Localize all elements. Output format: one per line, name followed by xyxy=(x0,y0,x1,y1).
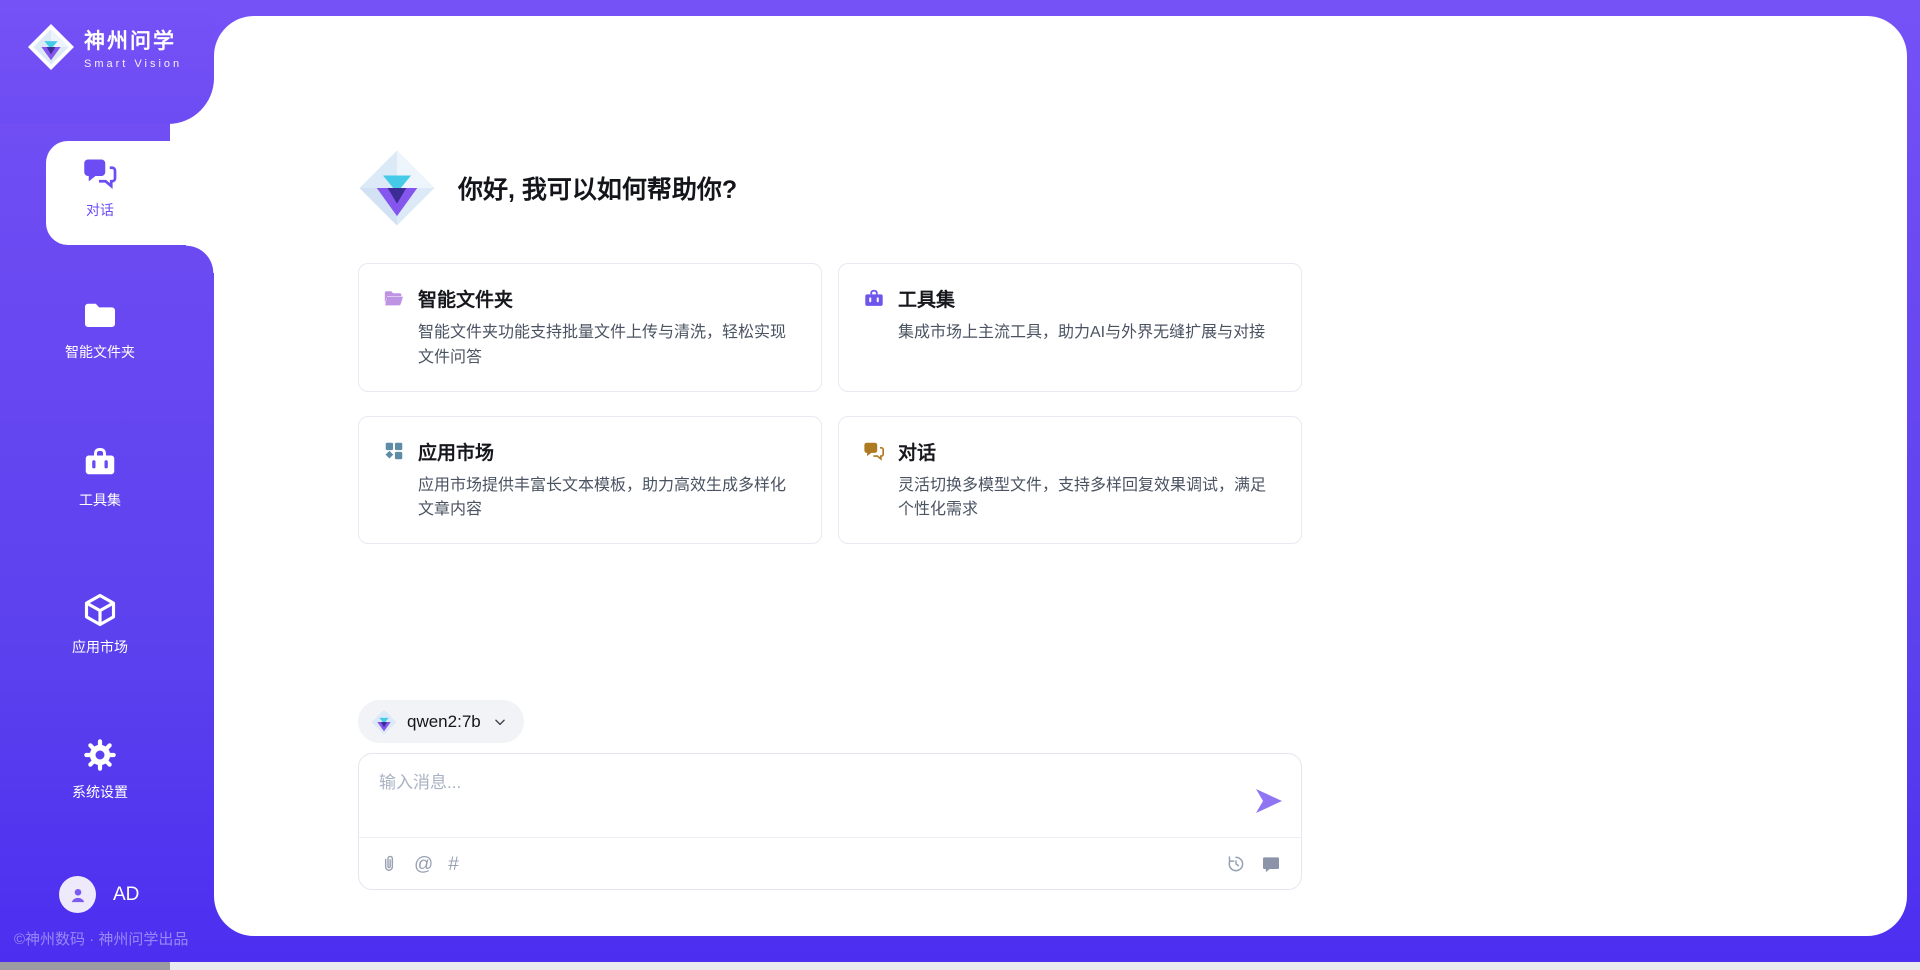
card-chat[interactable]: 对话 灵活切换多模型文件，支持多样回复效果调试，满足个性化需求 xyxy=(838,416,1302,545)
message-input[interactable] xyxy=(379,768,1219,826)
paperclip-icon[interactable] xyxy=(379,854,399,874)
card-title: 工具集 xyxy=(898,285,955,312)
folder-icon xyxy=(82,297,118,333)
briefcase-icon xyxy=(82,445,118,481)
send-icon[interactable] xyxy=(1255,788,1283,814)
brand-logo: 神州问学 Smart Vision xyxy=(28,24,182,70)
card-description: 应用市场提供丰富长文本模板，助力高效生成多样化文章内容 xyxy=(418,474,797,524)
app-grid-icon xyxy=(383,440,405,462)
sidebar-item-smart-folder[interactable]: 智能文件夹 xyxy=(0,297,200,362)
sidebar-item-label: 系统设置 xyxy=(72,782,128,802)
hash-icon[interactable]: # xyxy=(448,855,459,874)
cube-icon xyxy=(82,592,118,628)
assistant-gem-icon xyxy=(358,149,436,227)
composer-divider xyxy=(359,837,1301,838)
card-description: 集成市场上主流工具，助力AI与外界无缝扩展与对接 xyxy=(898,321,1277,346)
page-bottom-strip-left xyxy=(0,962,170,970)
composer-toolbar: @ # xyxy=(379,850,1281,878)
model-selector[interactable]: qwen2:7b xyxy=(358,700,524,743)
brand-name: 神州问学 xyxy=(84,25,182,55)
page-bottom-strip xyxy=(0,962,1920,970)
history-icon[interactable] xyxy=(1226,854,1246,874)
person-icon xyxy=(67,884,89,906)
message-composer: @ # xyxy=(358,753,1302,890)
sidebar-item-label: 对话 xyxy=(86,200,114,220)
sidebar-item-settings[interactable]: 系统设置 xyxy=(0,737,200,802)
card-title: 应用市场 xyxy=(418,438,494,465)
brand-text: 神州问学 Smart Vision xyxy=(84,25,182,70)
active-tab-notch xyxy=(186,245,214,273)
avatar xyxy=(59,876,96,913)
folder-open-icon xyxy=(383,288,405,310)
card-app-market[interactable]: 应用市场 应用市场提供丰富长文本模板，助力高效生成多样化文章内容 xyxy=(358,416,822,545)
sidebar-item-label: 工具集 xyxy=(79,490,121,510)
gear-icon xyxy=(82,737,118,773)
greeting-text: 你好, 我可以如何帮助你? xyxy=(458,170,737,206)
chevron-down-icon xyxy=(493,715,507,729)
card-description: 智能文件夹功能支持批量文件上传与清洗，轻松实现文件问答 xyxy=(418,321,797,371)
user-account[interactable]: AD xyxy=(59,876,139,913)
feature-cards: 智能文件夹 智能文件夹功能支持批量文件上传与清洗，轻松实现文件问答 工具集 集成… xyxy=(358,263,1302,544)
sidebar-item-app-market[interactable]: 应用市场 xyxy=(0,592,200,657)
copyright-text: ©神州数码 · 神州问学出品 xyxy=(14,928,188,949)
user-name: AD xyxy=(113,884,139,906)
sidebar-item-label: 应用市场 xyxy=(72,637,128,657)
card-title: 对话 xyxy=(898,438,936,465)
chat-icon xyxy=(82,155,118,191)
chat-icon xyxy=(863,440,885,462)
card-description: 灵活切换多模型文件，支持多样回复效果调试，满足个性化需求 xyxy=(898,474,1277,524)
briefcase-icon xyxy=(863,288,885,310)
card-title: 智能文件夹 xyxy=(418,285,513,312)
sidebar-item-chat[interactable]: 对话 xyxy=(0,155,200,220)
sidebar-item-label: 智能文件夹 xyxy=(65,342,135,362)
app-background: 神州问学 Smart Vision 对话 智能文件夹 工具集 xyxy=(0,0,1920,962)
chat-bubble-icon[interactable] xyxy=(1261,854,1281,874)
card-smart-folder[interactable]: 智能文件夹 智能文件夹功能支持批量文件上传与清洗，轻松实现文件问答 xyxy=(358,263,822,392)
greeting-row: 你好, 我可以如何帮助你? xyxy=(358,149,1302,227)
brand-gem-icon xyxy=(28,24,74,70)
sidebar-item-toolset[interactable]: 工具集 xyxy=(0,445,200,510)
at-icon[interactable]: @ xyxy=(414,855,433,874)
welcome-section: 你好, 我可以如何帮助你? 智能文件夹 智能文件夹功能支持批量文件上传与清洗，轻… xyxy=(358,149,1302,544)
model-gem-icon xyxy=(371,709,397,735)
card-toolset[interactable]: 工具集 集成市场上主流工具，助力AI与外界无缝扩展与对接 xyxy=(838,263,1302,392)
model-name: qwen2:7b xyxy=(407,712,481,732)
brand-subtitle: Smart Vision xyxy=(84,58,182,70)
